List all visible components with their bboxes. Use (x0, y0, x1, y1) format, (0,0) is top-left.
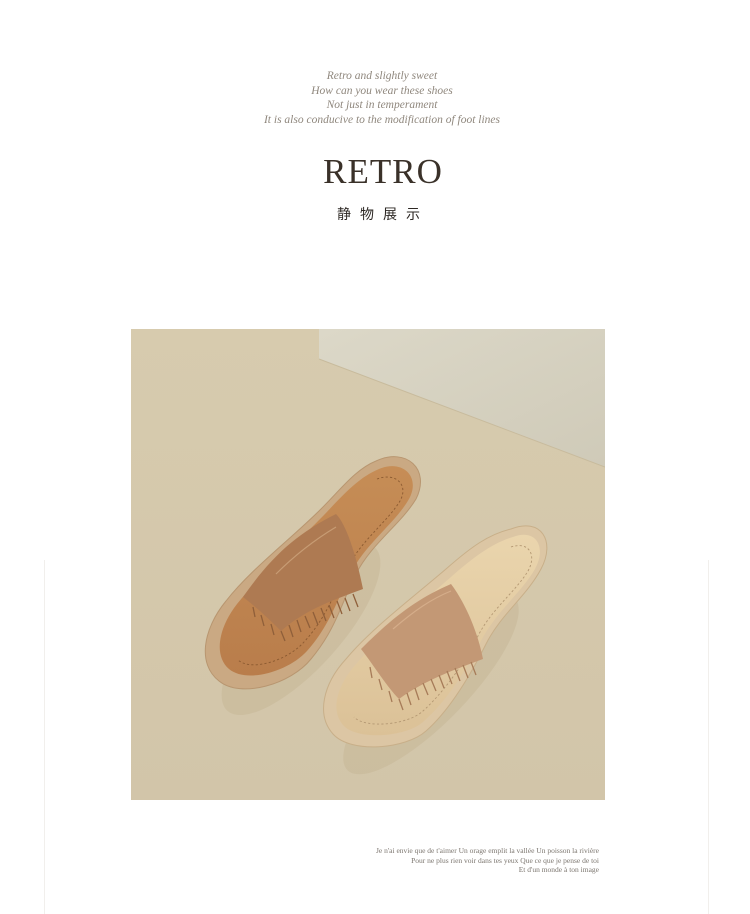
intro-line: It is also conducive to the modification… (263, 113, 501, 126)
left-edge-divider (44, 560, 45, 914)
intro-line: Retro and slightly sweet (326, 70, 438, 82)
footer-line: Pour ne plus rien voir dans tes yeux Que… (411, 855, 599, 865)
intro-text: Retro and slightly sweet How can you wea… (0, 69, 750, 127)
page-title: RETRO (323, 152, 443, 191)
footer-line: Je n'ai envie que de t'aimer Un orage em… (375, 846, 599, 855)
sandals-illustration (131, 329, 605, 800)
page-subtitle: 静物展示 (337, 207, 429, 223)
intro-line: Not just in temperament (326, 99, 438, 111)
intro-line: How can you wear these shoes (311, 84, 453, 97)
footer-line: Et d'un monde à ton image (518, 865, 599, 874)
product-photo (131, 329, 605, 800)
footer-text: Je n'ai envie que de t'aimer Un orage em… (376, 846, 599, 875)
right-edge-divider (708, 560, 709, 914)
